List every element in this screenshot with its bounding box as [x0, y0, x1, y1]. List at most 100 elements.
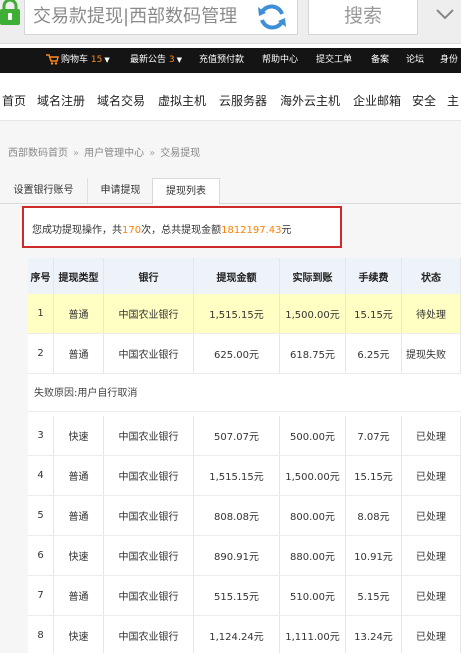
nav-security[interactable]: 安全	[412, 92, 436, 109]
cell-amount: 515.15元	[194, 576, 280, 615]
topbar-item-ticket[interactable]: 提交工单	[316, 48, 352, 73]
main-nav: 首页 域名注册 域名交易 虚拟主机 云服务器 海外云主机 企业邮箱 安全 主	[0, 80, 461, 121]
cell-bank: 中国农业银行	[104, 294, 194, 333]
cell-bank: 中国农业银行	[104, 616, 194, 653]
nav-virtual-host[interactable]: 虚拟主机	[158, 92, 206, 109]
cell-status: 已处理	[402, 416, 461, 455]
cell-type: 普通	[54, 334, 104, 373]
nav-host-more[interactable]: 主	[447, 92, 459, 109]
cell-fee: 15.15元	[346, 456, 402, 495]
breadcrumb: 西部数码首页 » 用户管理中心 » 交易提现	[8, 144, 200, 159]
chevron-down-icon[interactable]	[431, 0, 459, 30]
column-header-bank: 银行	[104, 258, 194, 294]
cell-bank: 中国农业银行	[104, 334, 194, 373]
address-text: 交易款提现|西部数码管理	[33, 6, 238, 27]
topbar-item-beian[interactable]: 备案	[371, 48, 389, 73]
withdraw-table: 序号 提现类型 银行 提现金额 实际到账 手续费 状态 1 普通 中国农业银行 …	[28, 258, 461, 653]
cell-amount: 507.07元	[194, 416, 280, 455]
column-header-fee: 手续费	[346, 258, 402, 294]
cell-bank: 中国农业银行	[104, 576, 194, 615]
nav-home[interactable]: 首页	[2, 92, 26, 109]
table-row: 6 快速 中国农业银行 890.91元 880.00元 10.91元 已处理	[28, 536, 461, 576]
withdraw-count: 170	[122, 225, 142, 236]
refresh-icon[interactable]	[255, 1, 289, 33]
topbar-item-recharge[interactable]: 充值预付款	[199, 48, 244, 73]
cell-status: 已处理	[402, 496, 461, 535]
column-header-received: 实际到账	[280, 258, 346, 294]
cell-index: 8	[28, 616, 54, 653]
table-row: 1 普通 中国农业银行 1,515.15元 1,500.00元 15.15元 待…	[28, 294, 461, 334]
cell-status: 提现失败	[402, 334, 461, 373]
topbar-item-forum[interactable]: 论坛	[406, 48, 424, 73]
table-row: 5 普通 中国农业银行 808.08元 800.00元 8.08元 已处理	[28, 496, 461, 536]
nav-domain-register[interactable]: 域名注册	[37, 92, 85, 109]
nav-enterprise-mail[interactable]: 企业邮箱	[353, 92, 401, 109]
cell-amount: 1,124.24元	[194, 616, 280, 653]
cell-index: 6	[28, 536, 54, 575]
news-link[interactable]: 最新公告 3 ▼	[130, 48, 182, 73]
cell-status: 已处理	[402, 456, 461, 495]
summary-prefix: 您成功提现操作，共	[32, 225, 122, 236]
caret-down-icon: ▼	[104, 56, 110, 64]
topbar-item-identity[interactable]: 身份	[440, 48, 458, 73]
breadcrumb-separator: »	[73, 148, 80, 159]
search-button[interactable]: 搜索	[308, 0, 418, 35]
cell-status: 已处理	[402, 576, 461, 615]
cell-fee: 15.15元	[346, 294, 402, 333]
browser-search-bar: 交易款提现|西部数码管理 搜索	[0, 0, 461, 44]
cell-received: 618.75元	[280, 334, 346, 373]
cart-icon	[46, 54, 59, 65]
column-header-status: 状态	[402, 258, 461, 294]
cell-type: 普通	[54, 496, 104, 535]
cell-fee: 8.08元	[346, 496, 402, 535]
table-row: 8 快速 中国农业银行 1,124.24元 1,111.00元 13.24元 已…	[28, 616, 461, 653]
cell-status: 已处理	[402, 616, 461, 653]
withdraw-summary-notice: 您成功提现操作，共170次，总共提现金额1812197.43元	[22, 206, 342, 248]
cell-received: 1,111.00元	[280, 616, 346, 653]
cell-amount: 890.91元	[194, 536, 280, 575]
cell-type: 普通	[54, 576, 104, 615]
breadcrumb-separator: »	[149, 148, 156, 159]
table-header: 序号 提现类型 银行 提现金额 实际到账 手续费 状态	[28, 258, 461, 294]
cell-index: 4	[28, 456, 54, 495]
topbar-item-help[interactable]: 帮助中心	[262, 48, 298, 73]
table-row: 7 普通 中国农业银行 515.15元 510.00元 5.15元 已处理	[28, 576, 461, 616]
cell-amount: 1,515.15元	[194, 294, 280, 333]
cell-bank: 中国农业银行	[104, 536, 194, 575]
table-row: 2 普通 中国农业银行 625.00元 618.75元 6.25元 提现失败	[28, 334, 461, 374]
withdraw-total: 1812197.43	[221, 225, 282, 236]
cell-status: 待处理	[402, 294, 461, 333]
summary-text: 您成功提现操作，共170次，总共提现金额1812197.43元	[32, 221, 292, 236]
cell-fee: 10.91元	[346, 536, 402, 575]
nav-cloud-server[interactable]: 云服务器	[219, 92, 267, 109]
cell-type: 普通	[54, 294, 104, 333]
column-header-index: 序号	[28, 258, 54, 294]
failure-reason: 失败原因:用户自行取消	[28, 376, 461, 412]
cell-type: 快速	[54, 416, 104, 455]
tab-bank-account[interactable]: 设置银行账号	[0, 178, 88, 203]
cell-received: 1,500.00元	[280, 456, 346, 495]
cell-fee: 6.25元	[346, 334, 402, 373]
cell-received: 800.00元	[280, 496, 346, 535]
breadcrumb-home[interactable]: 西部数码首页	[8, 148, 68, 159]
news-label: 最新公告	[130, 55, 167, 65]
cell-amount: 625.00元	[194, 334, 280, 373]
cell-received: 880.00元	[280, 536, 346, 575]
nav-domain-trade[interactable]: 域名交易	[97, 92, 145, 109]
tab-withdraw-list[interactable]: 提现列表	[152, 178, 220, 205]
cell-index: 7	[28, 576, 54, 615]
table-row: 3 快速 中国农业银行 507.07元 500.00元 7.07元 已处理	[28, 416, 461, 456]
cell-status: 已处理	[402, 536, 461, 575]
tab-apply-withdraw[interactable]: 申请提现	[88, 178, 154, 203]
cell-received: 500.00元	[280, 416, 346, 455]
cart-count: 15	[90, 55, 103, 65]
news-count: 3	[168, 55, 175, 65]
breadcrumb-user-center[interactable]: 用户管理中心	[84, 148, 144, 159]
cart-label: 购物车	[61, 55, 89, 65]
nav-overseas-cloud[interactable]: 海外云主机	[280, 92, 340, 109]
top-bar: 购物车 15 ▼ 最新公告 3 ▼ 充值预付款 帮助中心 提交工单 备案 论坛 身份	[0, 48, 461, 73]
cell-index: 5	[28, 496, 54, 535]
summary-suffix: 元	[281, 225, 292, 236]
breadcrumb-current: 交易提现	[160, 148, 201, 159]
cart-link[interactable]: 购物车 15 ▼	[46, 48, 110, 73]
